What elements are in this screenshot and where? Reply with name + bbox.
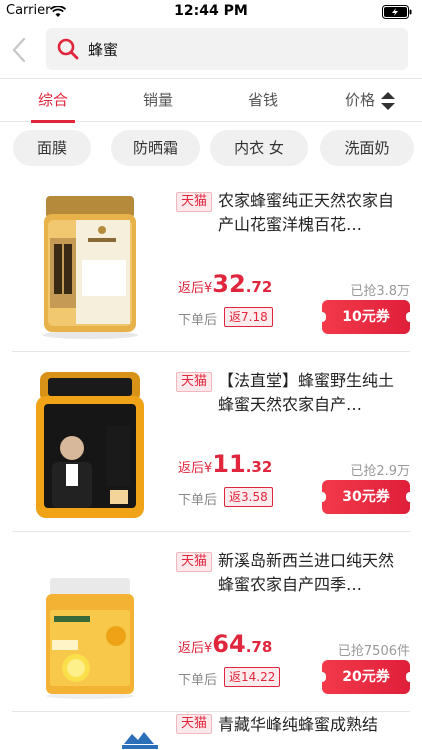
tab-label: 综合: [37, 91, 68, 109]
after-order-label: 下单后: [178, 673, 218, 688]
product-title: 新溪岛新西兰进口纯天然蜂蜜农家自产四季…: [218, 551, 395, 594]
price-decimal: .32: [245, 458, 273, 476]
after-order-label: 下单后: [178, 493, 218, 508]
chip-sunscreen[interactable]: 防晒霜: [111, 130, 200, 166]
price-after-rebate: 返后¥32.72: [178, 270, 272, 298]
status-bar: Carrier 12:44 PM: [0, 0, 422, 22]
price-after-rebate: 返后¥64.78: [178, 630, 272, 658]
tab-label: 价格: [344, 91, 375, 109]
rebate-badge: 返7.18: [224, 307, 273, 327]
price-decimal: .78: [245, 638, 273, 656]
product-item[interactable]: 天猫 农家蜂蜜纯正天然农家自产山花蜜洋槐百花… 返后¥32.72 已抢3.8万 …: [0, 172, 422, 352]
price-label: 返后: [178, 641, 205, 656]
filter-chips: 面膜 防晒霜 内衣 女 洗面奶: [0, 130, 422, 168]
tab-savings[interactable]: 省钱: [213, 79, 313, 123]
rebate-badge: 返14.22: [224, 667, 281, 687]
coupon-button[interactable]: 20元券: [318, 660, 414, 694]
sold-count: 已抢7506件: [337, 644, 410, 659]
product-title: 农家蜂蜜纯正天然农家自产山花蜜洋槐百花…: [218, 191, 395, 234]
search-input[interactable]: 蜂蜜: [46, 28, 408, 70]
top-nav: 蜂蜜: [0, 22, 422, 78]
after-order-label: 下单后: [178, 313, 218, 328]
rebate-badge: 返3.58: [224, 487, 273, 507]
sold-count: 已抢2.9万: [350, 464, 410, 479]
chevron-left-icon: [12, 37, 26, 63]
product-title: 青藏华峰纯蜂蜜成熟结: [218, 715, 379, 734]
product-image: [30, 550, 150, 700]
tab-label: 省钱: [247, 91, 278, 109]
price-integer: 32: [212, 270, 246, 298]
product-item[interactable]: 天猫 新溪岛新西兰进口纯天然蜂蜜农家自产四季… 返后¥64.78 已抢7506件…: [0, 532, 422, 712]
sort-bar: 综合 销量 省钱 价格: [0, 78, 422, 123]
sort-arrows-icon[interactable]: [380, 91, 396, 115]
coupon-button[interactable]: 30元券: [318, 480, 414, 514]
tab-sales[interactable]: 销量: [108, 79, 208, 123]
product-item[interactable]: 天猫 【法直堂】蜂蜜野生纯土蜂蜜天然农家自产… 返后¥11.32 已抢2.9万 …: [0, 352, 422, 532]
battery-icon: [382, 4, 414, 23]
tab-label: 销量: [142, 91, 173, 109]
price-integer: 11: [212, 450, 246, 478]
back-button[interactable]: [6, 34, 34, 66]
tmall-badge: 天猫: [176, 372, 213, 392]
coupon-button[interactable]: 10元券: [318, 300, 414, 334]
chip-underwear[interactable]: 内衣 女: [210, 130, 308, 166]
search-icon: [56, 37, 80, 65]
price-integer: 64: [212, 630, 246, 658]
price-after-rebate: 返后¥11.32: [178, 450, 272, 478]
tmall-badge: 天猫: [176, 552, 213, 572]
price-label: 返后: [178, 461, 205, 476]
tab-comprehensive[interactable]: 综合: [3, 79, 103, 123]
price-label: 返后: [178, 281, 205, 296]
product-item[interactable]: 天猫 青藏华峰纯蜂蜜成熟结: [0, 712, 422, 750]
chip-mask[interactable]: 面膜: [13, 130, 91, 166]
product-image: [30, 190, 150, 340]
search-query: 蜂蜜: [88, 41, 119, 59]
product-title: 【法直堂】蜂蜜野生纯土蜂蜜天然农家自产…: [218, 371, 395, 414]
tmall-badge: 天猫: [176, 714, 213, 734]
chip-cleanser[interactable]: 洗面奶: [320, 130, 414, 166]
tmall-badge: 天猫: [176, 192, 213, 212]
product-image: [120, 730, 160, 750]
sold-count: 已抢3.8万: [350, 284, 410, 299]
price-decimal: .72: [245, 278, 273, 296]
clock: 12:44 PM: [174, 3, 248, 19]
active-tab-indicator: [31, 120, 75, 123]
product-image: [30, 370, 150, 520]
